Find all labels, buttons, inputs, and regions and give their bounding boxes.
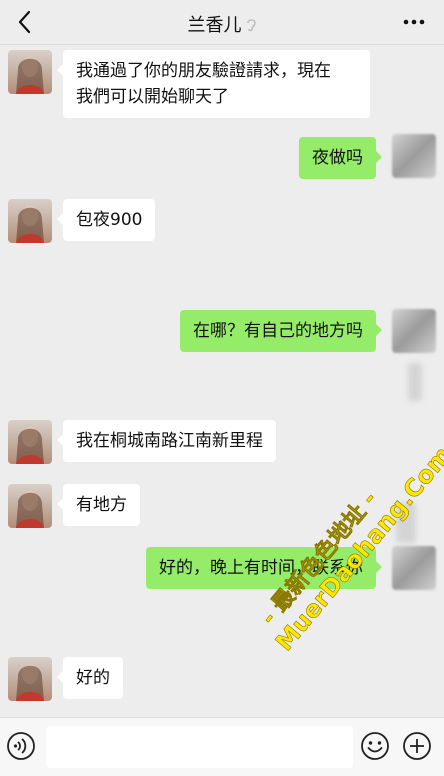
contact-avatar[interactable] <box>8 484 52 528</box>
message-list[interactable]: 我通過了你的朋友驗證請求，現在 我們可以開始聊天了 夜做吗 包夜900 在哪？有… <box>0 45 444 717</box>
chat-header: 兰香儿 <box>0 0 444 45</box>
contact-avatar[interactable] <box>8 50 52 94</box>
voice-icon[interactable] <box>6 731 36 761</box>
ear-mode-icon <box>246 18 256 31</box>
message-bubble-incoming[interactable]: 好的 <box>57 657 123 699</box>
message-input[interactable] <box>46 726 353 768</box>
user-avatar[interactable] <box>392 546 436 590</box>
message-bubble-outgoing[interactable]: 在哪？有自己的地方吗 <box>180 310 382 352</box>
message-bubble-incoming[interactable]: 有地方 <box>57 484 140 526</box>
plus-icon[interactable] <box>402 731 432 761</box>
user-avatar[interactable] <box>392 309 436 353</box>
contact-avatar[interactable] <box>8 657 52 701</box>
input-bar <box>0 717 444 776</box>
contact-avatar[interactable] <box>8 199 52 243</box>
emoji-icon[interactable] <box>360 731 390 761</box>
chat-title: 兰香儿 <box>187 15 242 36</box>
blurred-region <box>408 363 422 401</box>
more-dots-icon[interactable] <box>402 13 426 31</box>
message-bubble-incoming[interactable]: 我通過了你的朋友驗證請求，現在 我們可以開始聊天了 <box>57 50 370 118</box>
contact-avatar[interactable] <box>8 420 52 464</box>
message-bubble-incoming[interactable]: 我在桐城南路江南新里程 <box>57 420 276 462</box>
message-bubble-outgoing[interactable]: 夜做吗 <box>299 137 382 179</box>
message-bubble-incoming[interactable]: 包夜900 <box>56 199 156 241</box>
user-avatar[interactable] <box>392 134 436 178</box>
